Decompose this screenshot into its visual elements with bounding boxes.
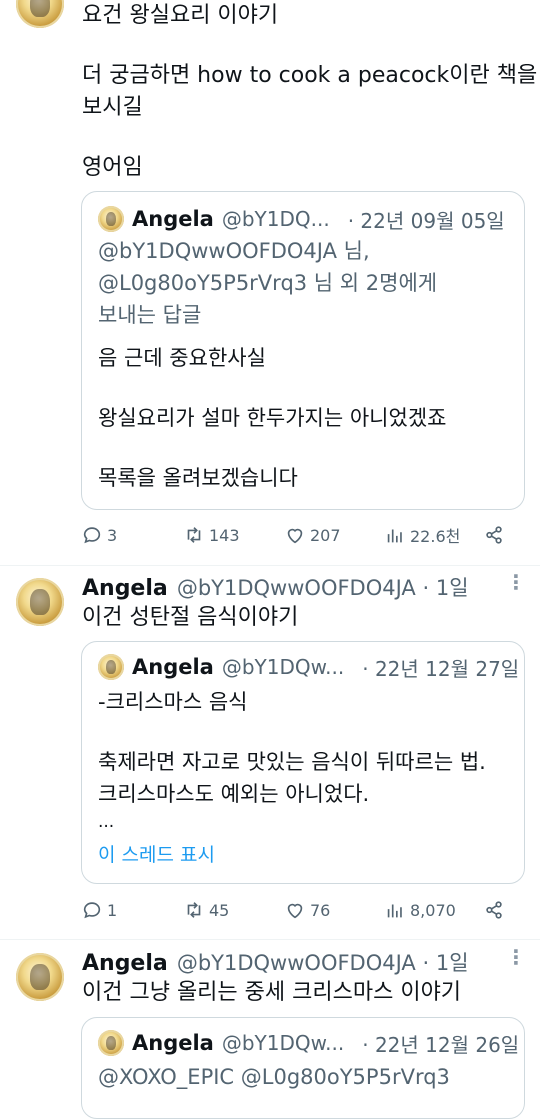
- quoted-author-name: Angela: [132, 207, 214, 231]
- reply-context[interactable]: @XOXO_EPIC @L0g80oY5P5rVrq3: [98, 1061, 450, 1093]
- quoted-tweet-header: Angela @bY1DQw... · 22년 12월 26일: [98, 1028, 519, 1058]
- like-count: 76: [310, 900, 331, 920]
- views-icon: [387, 904, 402, 918]
- retweet-icon: [187, 902, 201, 918]
- like-button[interactable]: 207: [284, 520, 341, 550]
- share-button[interactable]: [483, 520, 509, 550]
- tweet-actions: 3 143 207 22.6천: [81, 520, 521, 550]
- quoted-tweet-card[interactable]: Angela @bY1DQw... · 22년 12월 27일 -크리스마스 음…: [81, 641, 525, 884]
- quoted-text-line: 축제라면 자고로 맛있는 음식이 뒤따르는 법.: [98, 750, 486, 774]
- retweet-icon: [187, 527, 201, 543]
- reply-context[interactable]: @L0g80oY5P5rVrq3 님 외 2명에게: [98, 267, 437, 299]
- retweet-button[interactable]: 143: [183, 520, 240, 550]
- quoted-date: · 22년 12월 26일: [362, 1032, 520, 1057]
- quoted-tweet-card[interactable]: Angela @bY1DQw... · 22년 12월 26일 @XOXO_EP…: [81, 1017, 525, 1119]
- tweet-text-line: 보시길: [82, 95, 143, 120]
- like-count: 207: [310, 525, 341, 545]
- quoted-author-handle: @bY1DQw...: [221, 1031, 345, 1055]
- views-button[interactable]: 8,070: [384, 895, 456, 925]
- view-count: 22.6천: [410, 527, 461, 546]
- reply-button[interactable]: 3: [81, 520, 117, 550]
- avatar: [98, 206, 124, 232]
- quoted-tweet-card[interactable]: Angela @bY1DQ... · 22년 09월 05일 @bY1DQwwO…: [81, 191, 525, 510]
- author-handle-time[interactable]: @bY1DQwwOOFDO4JA · 1일: [177, 576, 469, 600]
- quoted-author-handle: @bY1DQ...: [221, 207, 330, 231]
- reply-context[interactable]: @bY1DQwwOOFDO4JA 님,: [98, 235, 370, 267]
- divider: [0, 565, 540, 566]
- retweet-button[interactable]: 45: [183, 895, 229, 925]
- reply-icon: [83, 902, 101, 919]
- reply-context: 보내는 답글: [98, 303, 202, 327]
- avatar: [98, 654, 124, 680]
- tweet-text: 이건 성탄절 음식이야기: [82, 605, 299, 630]
- quoted-text-line: 왕실요리가 설마 한두가지는 아니었겠죠: [98, 406, 447, 430]
- quoted-tweet-header: Angela @bY1DQ... · 22년 09월 05일: [98, 204, 505, 234]
- views-icon: [387, 529, 402, 543]
- avatar: [98, 1030, 124, 1056]
- quoted-text-ellipsis: ...: [98, 812, 115, 832]
- tweet-header: Angela @bY1DQwwOOFDO4JA · 1일: [82, 572, 469, 602]
- tweet-text-line: 영어임: [82, 155, 143, 180]
- reply-count: 3: [107, 525, 118, 545]
- avatar[interactable]: [16, 953, 64, 1001]
- heart-icon: [287, 903, 303, 919]
- tweet-actions: 1 45 76 8,070: [81, 895, 521, 925]
- avatar[interactable]: [16, 0, 64, 28]
- reply-count: 1: [107, 900, 118, 920]
- quoted-text-line: 크리스마스도 예외는 아니었다.: [98, 782, 370, 806]
- heart-icon: [287, 528, 303, 544]
- reply-icon: [83, 527, 101, 544]
- quoted-author-name: Angela: [132, 1031, 214, 1055]
- share-icon: [486, 901, 502, 919]
- views-button[interactable]: 22.6천: [384, 520, 460, 550]
- tweet-text-line: 요건 왕실요리 이야기: [82, 3, 279, 28]
- author-handle-time[interactable]: @bY1DQwwOOFDO4JA · 1일: [177, 951, 469, 975]
- quoted-text-line: 음 근데 중요한사실: [98, 346, 266, 370]
- quoted-text-line: 목록을 올려보겠습니다: [98, 466, 298, 490]
- view-count: 8,070: [410, 900, 456, 920]
- quoted-author-name: Angela: [132, 655, 214, 679]
- quoted-date: · 22년 12월 27일: [362, 656, 520, 681]
- retweet-count: 45: [209, 900, 230, 920]
- tweet-text: 이건 그냥 올리는 중세 크리스마스 이야기: [82, 980, 462, 1005]
- quoted-date: · 22년 09월 05일: [347, 208, 505, 233]
- retweet-count: 143: [209, 525, 240, 545]
- quoted-text-line: -크리스마스 음식: [98, 690, 248, 714]
- author-name[interactable]: Angela: [82, 951, 168, 976]
- tweet-header: Angela @bY1DQwwOOFDO4JA · 1일: [82, 947, 469, 977]
- avatar[interactable]: [16, 578, 64, 626]
- share-icon: [486, 526, 502, 544]
- quoted-tweet-header: Angela @bY1DQw... · 22년 12월 27일: [98, 652, 519, 682]
- show-thread-link[interactable]: 이 스레드 표시: [98, 841, 215, 869]
- more-options-icon[interactable]: ⋮: [506, 945, 526, 969]
- more-options-icon[interactable]: ⋮: [506, 570, 526, 594]
- tweet-text-line: 더 궁금하면 how to cook a peacock이란 책을: [82, 63, 538, 88]
- reply-button[interactable]: 1: [81, 895, 117, 925]
- divider: [0, 939, 540, 940]
- quoted-author-handle: @bY1DQw...: [221, 655, 345, 679]
- like-button[interactable]: 76: [284, 895, 330, 925]
- author-name[interactable]: Angela: [82, 576, 168, 601]
- share-button[interactable]: [483, 895, 509, 925]
